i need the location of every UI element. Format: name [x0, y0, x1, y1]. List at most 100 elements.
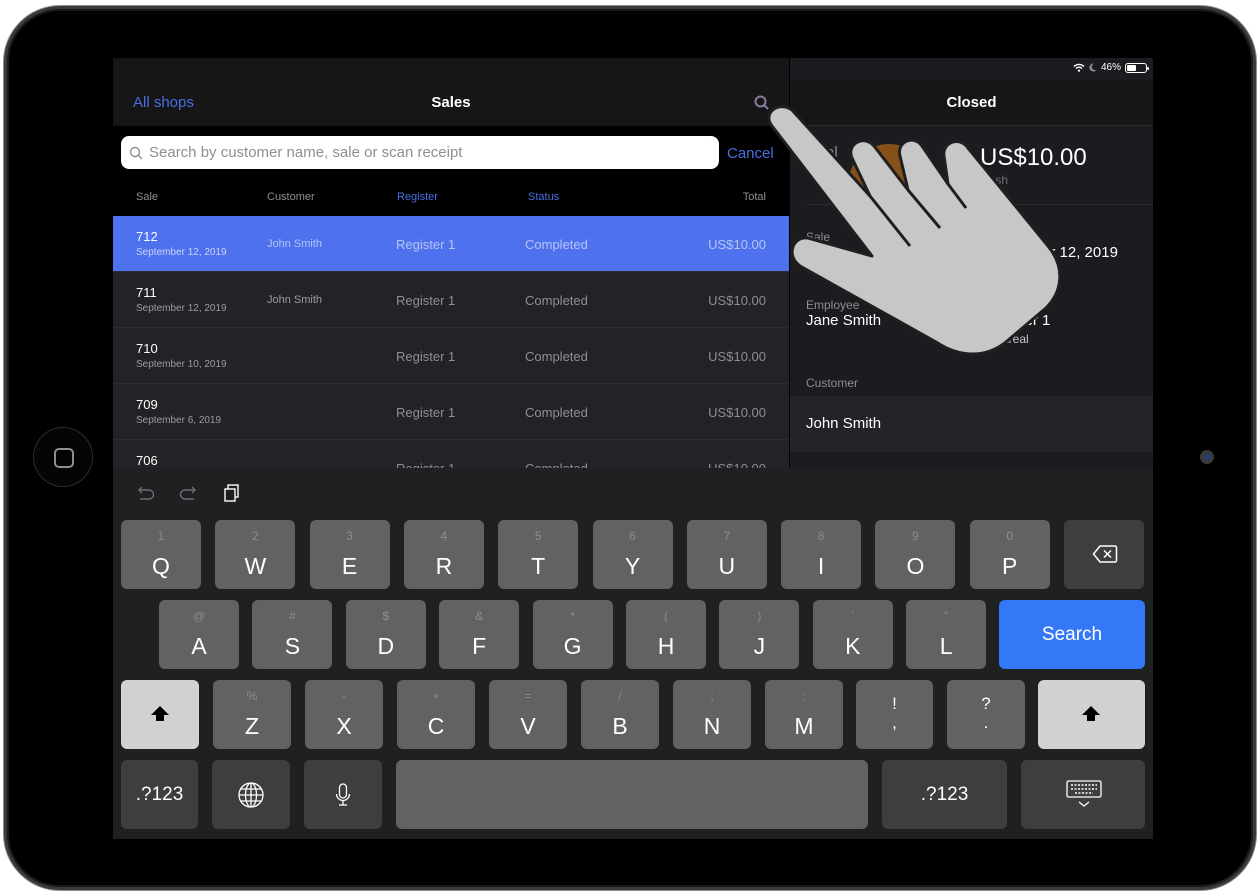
key-u[interactable]: 7U [686, 520, 767, 589]
key-alt-char: 4 [440, 529, 448, 543]
shift-key-left[interactable] [121, 680, 199, 749]
numbers-key-label: .?123 [920, 783, 969, 805]
key-e[interactable]: 3E [309, 520, 390, 589]
key-b[interactable]: / B [581, 680, 659, 749]
key-l[interactable]: ” L [906, 600, 987, 669]
key-letter: N [703, 713, 721, 739]
numbers-key-left[interactable]: .?123 [121, 760, 198, 829]
table-row[interactable]: 712 September 12, 2019 John Smith Regist… [113, 216, 789, 272]
sales-table: 712 September 12, 2019 John Smith Regist… [113, 216, 789, 496]
key-letter: Z [244, 713, 260, 739]
customer-cell[interactable]: John Smith [790, 396, 1153, 452]
key-t[interactable]: 5T [498, 520, 579, 589]
key-letter: K [845, 633, 861, 659]
key-o[interactable]: 9O [875, 520, 956, 589]
key-letter: E [341, 553, 358, 579]
header-total[interactable]: Total [743, 191, 766, 203]
key-k[interactable]: ’ K [812, 600, 893, 669]
numbers-key-label: .?123 [135, 783, 184, 805]
sale-value: 712 [806, 244, 832, 261]
header-register[interactable]: Register [397, 191, 438, 203]
key-bottom-char: , [892, 713, 897, 732]
sale-date: September 6, 2019 [136, 415, 222, 426]
moon-icon [1089, 63, 1097, 72]
key-g[interactable]: * G [532, 600, 613, 669]
shift-key-right[interactable] [1038, 680, 1145, 749]
cancel-button[interactable]: Cancel [727, 145, 774, 162]
customer-name: John Smith [806, 415, 882, 432]
date-label: Date [982, 230, 1008, 244]
search-icon[interactable] [753, 94, 771, 112]
key-exclamation-comma[interactable]: ! , [856, 680, 933, 749]
search-input[interactable] [149, 144, 709, 161]
total-label: Total [806, 144, 838, 161]
key-letter: R [435, 553, 453, 579]
register-value: Register 1 [982, 312, 1051, 329]
key-z[interactable]: % Z [213, 680, 291, 749]
dictation-key[interactable] [304, 760, 382, 829]
key-w[interactable]: 2W [215, 520, 296, 589]
home-button[interactable] [33, 427, 93, 487]
key-d[interactable]: $ D [345, 600, 426, 669]
home-square-icon [54, 448, 74, 468]
sale-customer: John Smith [267, 238, 323, 250]
key-letter: B [612, 713, 628, 739]
key-letter: P [1002, 553, 1018, 579]
header-customer[interactable]: Customer [267, 191, 315, 203]
space-key[interactable] [396, 760, 868, 829]
key-alt-char: : [802, 689, 806, 703]
undo-icon[interactable] [135, 482, 157, 504]
key-alt-char: 0 [1006, 529, 1014, 543]
payment-method: Cash [980, 173, 1009, 187]
paste-icon[interactable] [221, 482, 243, 504]
table-row[interactable]: 710 September 10, 2019 Register 1 Comple… [113, 328, 789, 384]
numbers-key-right[interactable]: .?123 [882, 760, 1007, 829]
search-row: Cancel [113, 126, 789, 178]
sales-list-pane: All shops Sales Cancel Sale Customer Reg… [113, 58, 789, 496]
key-a[interactable]: @ A [159, 600, 239, 669]
redo-icon[interactable] [177, 482, 199, 504]
key-m[interactable]: :M [765, 680, 843, 749]
key-h[interactable]: (H [626, 600, 706, 669]
key-letter: H [657, 633, 675, 659]
header-status[interactable]: Status [528, 191, 559, 203]
key-r[interactable]: 4R [403, 520, 484, 589]
key-letter: I [817, 553, 825, 579]
key-i[interactable]: 8I [781, 520, 862, 589]
key-letter: O [906, 553, 925, 579]
search-field[interactable] [121, 136, 719, 169]
sale-label: Sale [806, 230, 831, 244]
key-letter: T [531, 553, 546, 579]
key-question-period[interactable]: ? . [947, 680, 1025, 749]
sale-register: Register 1 [396, 237, 456, 252]
backspace-icon [1092, 545, 1118, 563]
key-alt-char: 8 [817, 529, 825, 543]
employee-value: Jane Smith [806, 312, 882, 329]
key-letter: A [191, 633, 207, 659]
table-row[interactable]: 709 September 6, 2019 Register 1 Complet… [113, 384, 789, 440]
key-j[interactable]: ) J [719, 600, 800, 669]
register-label: Register [982, 298, 1027, 312]
status-indicators: 46% [1073, 62, 1149, 73]
key-n[interactable]: ; N [673, 680, 751, 749]
key-f[interactable]: & F [439, 600, 520, 669]
shift-icon [1082, 706, 1100, 721]
keyboard-dismiss-icon [1066, 780, 1102, 807]
dismiss-keyboard-key[interactable] [1021, 760, 1145, 829]
key-y[interactable]: 6Y [592, 520, 673, 589]
search-key[interactable]: Search [999, 600, 1145, 669]
key-c[interactable]: + C [397, 680, 475, 749]
key-v[interactable]: = V [489, 680, 567, 749]
key-alt-char: = [524, 689, 532, 703]
globe-key[interactable] [212, 760, 290, 829]
page-title: Sales [431, 94, 471, 111]
backspace-key[interactable] [1064, 520, 1144, 589]
key-q[interactable]: 1Q [121, 520, 201, 589]
key-x[interactable]: -X [305, 680, 383, 749]
key-alt-char: ’ [851, 609, 855, 623]
header-sale[interactable]: Sale [136, 191, 158, 203]
table-row[interactable]: 711 September 12, 2019 John Smith Regist… [113, 272, 789, 328]
key-alt-char: 5 [534, 529, 542, 543]
key-p[interactable]: 0P [969, 520, 1050, 589]
key-s[interactable]: # S [252, 600, 333, 669]
